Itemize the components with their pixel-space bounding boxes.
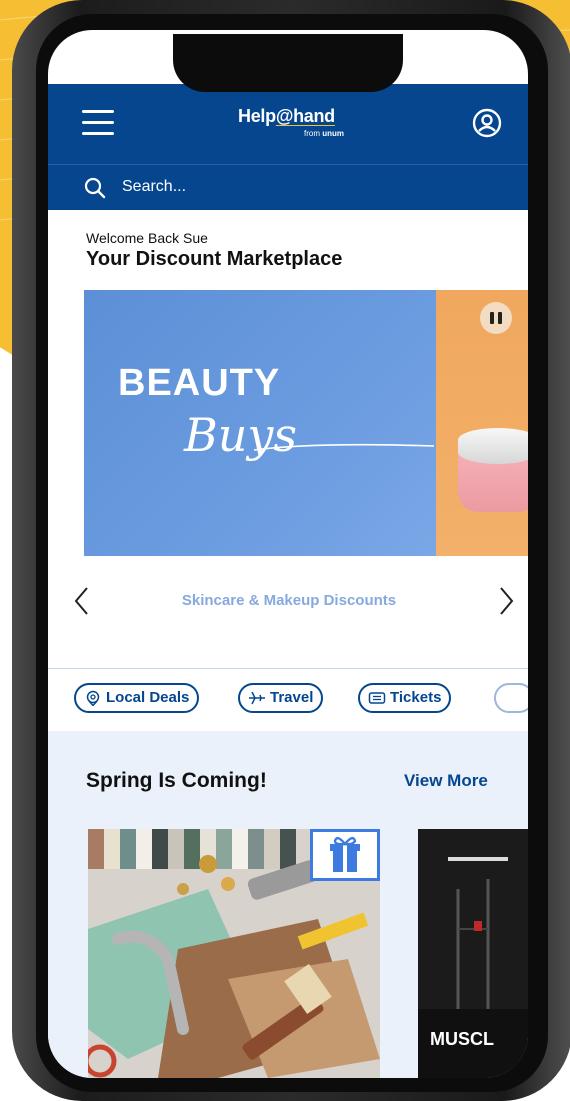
chip-travel[interactable]: Travel (238, 683, 324, 713)
gift-icon (330, 836, 360, 872)
plane-icon (249, 691, 265, 705)
chip-local-deals[interactable]: Local Deals (74, 683, 200, 713)
category-chips: Local Deals Travel Tickets (48, 669, 528, 731)
search-icon (84, 177, 106, 199)
phone-notch (173, 34, 403, 92)
welcome-greeting: Welcome Back Sue (86, 230, 208, 246)
ticket-icon (368, 692, 386, 704)
helpathand-logo[interactable]: Help@hand from unum (238, 106, 368, 146)
view-more-link[interactable]: View More (404, 771, 488, 791)
hamburger-menu-icon[interactable] (82, 110, 114, 136)
carousel-next-slide-preview (436, 290, 528, 556)
deal-card-fitness[interactable]: MUSCL (418, 829, 528, 1078)
banner-headline: BEAUTY (118, 362, 281, 404)
logo-text: Help@hand (238, 106, 335, 126)
banner-swash (254, 443, 434, 451)
logo-subtext: from unum (304, 129, 345, 138)
search-input[interactable]: Search... (122, 178, 186, 196)
card-label: MUSCL (430, 1029, 494, 1049)
app-header: Help@hand from unum (48, 84, 528, 164)
carousel-caption[interactable]: Skincare & Makeup Discounts (84, 592, 494, 609)
cream-jar-lid (458, 428, 528, 464)
page-title: Your Discount Marketplace (86, 248, 343, 270)
search-bar[interactable]: Search... (48, 164, 528, 210)
phone-screen: Help@hand from unum Search... Welcome Ba… (48, 30, 528, 1078)
carousel-banner[interactable]: BEAUTY Buys (84, 290, 436, 556)
section-title: Spring Is Coming! (86, 769, 267, 792)
carousel-pause-button[interactable] (480, 302, 512, 334)
map-pin-icon (86, 690, 100, 706)
gift-badge (310, 829, 380, 881)
user-profile-icon[interactable] (472, 108, 502, 138)
carousel-next-icon[interactable] (496, 586, 516, 616)
featured-section: Spring Is Coming! View More MUSCL (48, 731, 528, 1078)
chip-tickets[interactable]: Tickets (358, 683, 452, 713)
chip-more-partial[interactable] (494, 683, 528, 713)
